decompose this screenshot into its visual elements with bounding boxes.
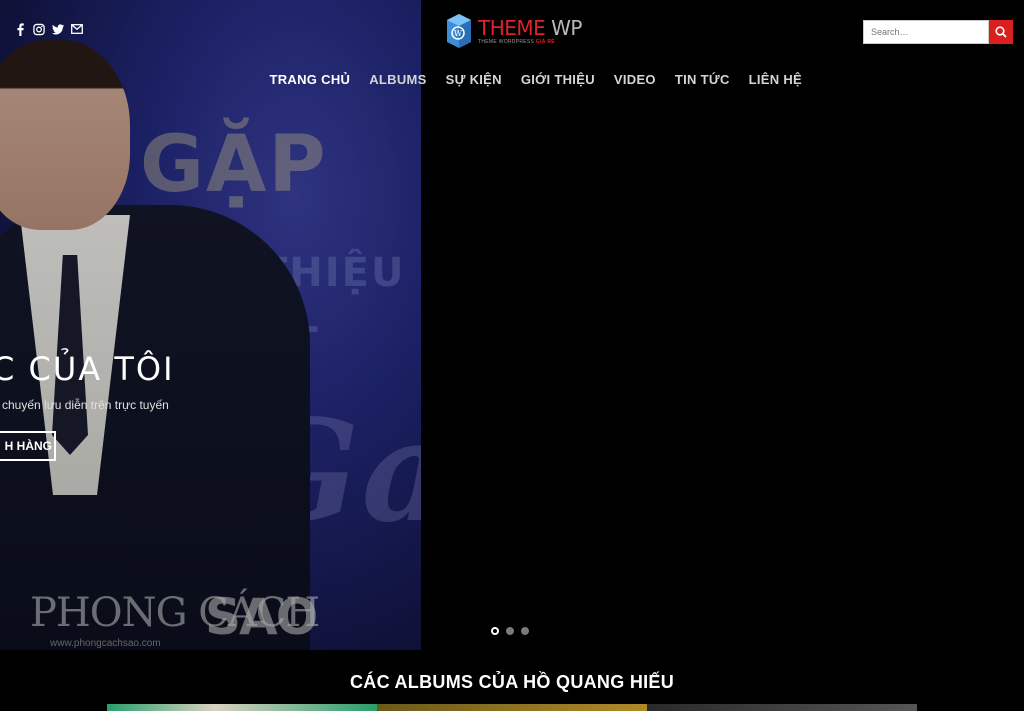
nav-item-video[interactable]: VIDEO [604, 72, 665, 87]
search-icon [995, 26, 1007, 38]
slider-dot-2[interactable] [506, 627, 514, 635]
wordpress-cube-icon: W [447, 14, 471, 48]
slide-subtitle: chuyến lưu diễn trên trực tuyến [2, 398, 169, 412]
email-icon[interactable] [71, 22, 83, 36]
twitter-icon[interactable] [52, 22, 64, 36]
search-button[interactable] [989, 20, 1013, 44]
slide-title: C CỦA TÔI [0, 350, 175, 388]
album-thumbnail[interactable] [107, 704, 377, 711]
hero-overlay [0, 0, 421, 650]
albums-thumbnails-strip [107, 704, 917, 711]
albums-section-title: CÁC ALBUMS CỦA HỒ QUANG HIẾU [349, 672, 675, 692]
nav-item-events[interactable]: SỰ KIỆN [436, 72, 511, 87]
svg-text:W: W [454, 29, 463, 38]
logo-name-wp: WP [551, 15, 582, 40]
slider-pagination [491, 627, 529, 635]
nav-item-news[interactable]: TIN TỨC [665, 72, 739, 87]
slide-cta-button[interactable]: H HÀNG [0, 431, 56, 461]
facebook-icon[interactable] [14, 22, 26, 36]
hero-slide-image: GẶP G THIỆU AL Ga PHONG CÁCH SAO www.pho… [0, 0, 421, 650]
slider-dot-3[interactable] [521, 627, 529, 635]
album-thumbnail[interactable] [377, 704, 647, 711]
social-links [14, 22, 83, 36]
search-form [863, 20, 1013, 44]
nav-item-home[interactable]: TRANG CHỦ [260, 72, 360, 87]
instagram-icon[interactable] [33, 22, 45, 36]
logo-tagline-accent: GIÁ RẺ [535, 38, 555, 45]
logo-tagline: THEME WORDPRESS [478, 38, 535, 45]
watermark-url: www.phongcachsao.com [50, 638, 161, 649]
site-logo[interactable]: W THEME WP THEME WORDPRESS GIÁ RẺ [446, 13, 582, 49]
main-nav: TRANG CHỦ ALBUMS SỰ KIỆN GIỚI THIỆU VIDE… [260, 72, 812, 87]
nav-item-contact[interactable]: LIÊN HỆ [739, 72, 811, 87]
nav-item-albums[interactable]: ALBUMS [360, 72, 436, 87]
search-input[interactable] [863, 20, 989, 44]
watermark-brand: SAO [205, 588, 318, 646]
logo-name-theme: THEME [478, 15, 546, 40]
album-thumbnail[interactable] [647, 704, 917, 711]
slider-dot-1[interactable] [491, 627, 499, 635]
nav-item-about[interactable]: GIỚI THIỆU [511, 72, 604, 87]
